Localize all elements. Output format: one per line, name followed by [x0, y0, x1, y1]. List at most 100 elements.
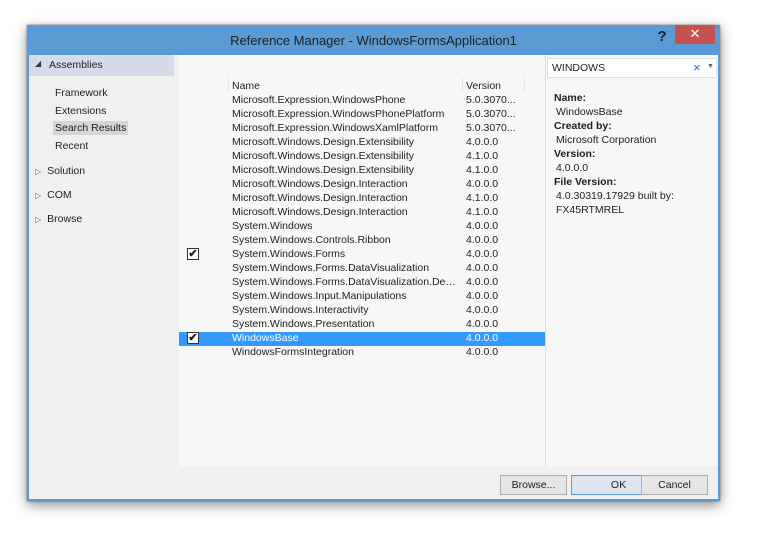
- assembly-version: 5.0.3070...: [466, 108, 516, 120]
- assembly-version: 4.0.0.0: [466, 248, 499, 260]
- assembly-row[interactable]: Microsoft.Windows.Design.Interaction 4.0.…: [179, 178, 545, 192]
- column-header-name[interactable]: Name: [232, 80, 260, 92]
- nav-subitem-extensions[interactable]: Extensions: [53, 104, 108, 118]
- nav-subitem-recent[interactable]: Recent: [53, 139, 90, 153]
- assembly-name: System.Windows: [232, 220, 313, 232]
- assembly-row[interactable]: Microsoft.Expression.WindowsPhonePlatfor…: [179, 108, 545, 122]
- assembly-row[interactable]: Microsoft.Windows.Design.Extensibility 4.…: [179, 150, 545, 164]
- assembly-checkbox[interactable]: [187, 276, 199, 288]
- search-input[interactable]: WINDOWS: [552, 62, 605, 74]
- assembly-rows: Microsoft.Expression.WindowsPhone 5.0.307…: [179, 94, 545, 360]
- assembly-checkbox[interactable]: [187, 150, 199, 162]
- assembly-name: Microsoft.Windows.Design.Extensibility: [232, 136, 415, 148]
- assembly-checkbox[interactable]: [187, 304, 199, 316]
- assembly-checkbox[interactable]: [187, 164, 199, 176]
- assembly-row[interactable]: Microsoft.Windows.Design.Interaction 4.1.…: [179, 206, 545, 220]
- assembly-row[interactable]: ✔ System.Windows.Forms 4.0.0.0: [179, 248, 545, 262]
- details-pane: WINDOWS × ▼ Name: WindowsBase Created by…: [546, 55, 718, 466]
- assembly-checkbox[interactable]: [187, 94, 199, 106]
- checkmark-icon: ✔: [188, 332, 198, 344]
- assembly-name: Microsoft.Expression.WindowsXamlPlatform: [232, 122, 438, 134]
- assembly-name: System.Windows.Forms.DataVisualization: [232, 262, 430, 274]
- nav-item-browse[interactable]: ▷ Browse: [35, 213, 82, 225]
- close-button[interactable]: ✕: [675, 25, 715, 44]
- assembly-version: 4.0.0.0: [466, 220, 499, 232]
- assembly-checkbox[interactable]: [187, 234, 199, 246]
- assembly-checkbox[interactable]: ✔: [187, 248, 199, 260]
- assembly-checkbox[interactable]: [187, 346, 199, 358]
- detail-name-value: WindowsBase: [556, 106, 623, 118]
- help-button[interactable]: ?: [652, 27, 672, 47]
- detail-name-label: Name:: [554, 92, 587, 104]
- assembly-version: 4.0.0.0: [466, 346, 499, 358]
- assembly-checkbox[interactable]: [187, 122, 199, 134]
- assembly-row[interactable]: Microsoft.Windows.Design.Extensibility 4.…: [179, 164, 545, 178]
- assembly-row[interactable]: System.Windows 4.0.0.0: [179, 220, 545, 234]
- nav-item-solution-label: Solution: [47, 165, 86, 177]
- search-dropdown-icon[interactable]: ▼: [707, 63, 714, 70]
- assembly-row[interactable]: System.Windows.Presentation 4.0.0.0: [179, 318, 545, 332]
- assembly-list[interactable]: Name Version Microsoft.Expression.Window…: [179, 55, 546, 466]
- assembly-name: WindowsFormsIntegration: [232, 346, 354, 358]
- assembly-checkbox[interactable]: [187, 262, 199, 274]
- browse-button[interactable]: Browse...: [500, 475, 567, 495]
- assembly-name: System.Windows.Controls.Ribbon: [232, 234, 391, 246]
- assembly-version: 4.0.0.0: [466, 262, 499, 274]
- assembly-checkbox[interactable]: [187, 136, 199, 148]
- assembly-checkbox[interactable]: ✔: [187, 332, 199, 344]
- assembly-checkbox[interactable]: [187, 206, 199, 218]
- assembly-checkbox[interactable]: [187, 178, 199, 190]
- detail-file-version-label: File Version:: [554, 176, 617, 188]
- assembly-row[interactable]: Microsoft.Expression.WindowsPhone 5.0.307…: [179, 94, 545, 108]
- assembly-version: 4.0.0.0: [466, 136, 499, 148]
- expanded-triangle-icon: ◢: [35, 59, 42, 68]
- detail-version-value: 4.0.0.0: [556, 162, 589, 174]
- assembly-version: 4.0.0.0: [466, 332, 499, 344]
- detail-file-version-value: 4.0.30319.17929 built by:: [556, 190, 674, 202]
- assembly-version: 4.0.0.0: [466, 178, 499, 190]
- assembly-row[interactable]: Microsoft.Windows.Design.Interaction 4.1.…: [179, 192, 545, 206]
- nav-subitem-search-results[interactable]: Search Results: [53, 121, 129, 135]
- assembly-checkbox[interactable]: [187, 290, 199, 302]
- assembly-checkbox[interactable]: [187, 318, 199, 330]
- assembly-name: System.Windows.Forms.DataVisualization.D…: [232, 276, 460, 288]
- collapsed-triangle-icon: ▷: [35, 215, 42, 224]
- column-header-version[interactable]: Version: [466, 80, 501, 92]
- assembly-checkbox[interactable]: [187, 220, 199, 232]
- nav-item-assemblies[interactable]: ◢ Assemblies: [29, 55, 174, 76]
- assembly-name: System.Windows.Forms: [232, 248, 346, 260]
- header-divider: [228, 78, 229, 92]
- assembly-row[interactable]: System.Windows.Forms.DataVisualization.D…: [179, 276, 545, 290]
- assembly-name: Microsoft.Windows.Design.Interaction: [232, 192, 408, 204]
- assembly-checkbox[interactable]: [187, 192, 199, 204]
- nav-subitem-framework[interactable]: Framework: [53, 86, 110, 100]
- assembly-checkbox[interactable]: [187, 108, 199, 120]
- cancel-button[interactable]: Cancel: [641, 475, 708, 495]
- clear-search-icon[interactable]: ×: [693, 60, 701, 75]
- assembly-name: Microsoft.Expression.WindowsPhonePlatfor…: [232, 108, 445, 120]
- header-divider: [524, 78, 525, 92]
- detail-created-value: Microsoft Corporation: [556, 134, 657, 146]
- assembly-row[interactable]: System.Windows.Interactivity 4.0.0.0: [179, 304, 545, 318]
- nav-item-com[interactable]: ▷ COM: [35, 189, 72, 201]
- assembly-name: Microsoft.Windows.Design.Extensibility: [232, 164, 415, 176]
- assembly-row[interactable]: ✔ WindowsBase 4.0.0.0: [179, 332, 545, 346]
- assembly-version: 4.1.0.0: [466, 164, 499, 176]
- reference-manager-window: Reference Manager - WindowsFormsApplicat…: [27, 25, 720, 501]
- assembly-name: Microsoft.Windows.Design.Extensibility: [232, 150, 415, 162]
- checkmark-icon: ✔: [188, 248, 198, 260]
- nav-item-assemblies-label: Assemblies: [49, 59, 103, 71]
- title-bar[interactable]: Reference Manager - WindowsFormsApplicat…: [27, 25, 720, 55]
- assembly-row[interactable]: WindowsFormsIntegration 4.0.0.0: [179, 346, 545, 360]
- assembly-row[interactable]: System.Windows.Forms.DataVisualization 4.…: [179, 262, 545, 276]
- assembly-row[interactable]: Microsoft.Expression.WindowsXamlPlatform…: [179, 122, 545, 136]
- assembly-version: 4.0.0.0: [466, 290, 499, 302]
- assembly-row[interactable]: System.Windows.Input.Manipulations 4.0.0.…: [179, 290, 545, 304]
- assembly-name: System.Windows.Presentation: [232, 318, 375, 330]
- nav-item-solution[interactable]: ▷ Solution: [35, 165, 85, 177]
- dialog-footer: Browse... OK Cancel: [29, 466, 718, 499]
- assembly-row[interactable]: Microsoft.Windows.Design.Extensibility 4.…: [179, 136, 545, 150]
- assembly-version: 4.0.0.0: [466, 304, 499, 316]
- search-box[interactable]: WINDOWS × ▼: [547, 58, 717, 78]
- assembly-row[interactable]: System.Windows.Controls.Ribbon 4.0.0.0: [179, 234, 545, 248]
